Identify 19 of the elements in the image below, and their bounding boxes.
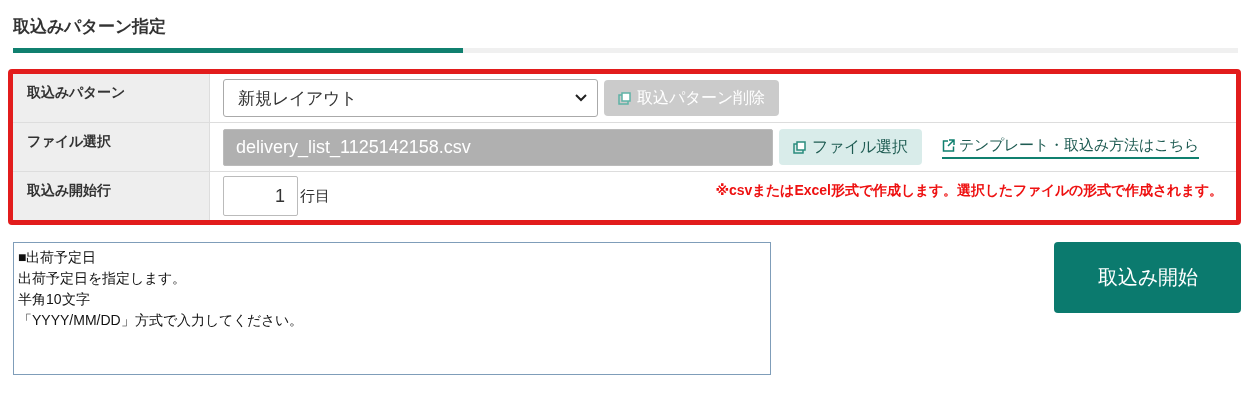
pattern-dropdown[interactable]: 新規レイアウト <box>223 79 598 117</box>
help-line: 半角10文字 <box>18 291 91 309</box>
start-row-field[interactable]: 1 <box>223 176 298 216</box>
template-link[interactable]: テンプレート・取込み方法はこちら <box>942 135 1199 159</box>
chevron-down-icon <box>575 94 587 102</box>
field-label: 取込みパターン <box>13 74 210 122</box>
help-line: 「YYYY/MM/DD」方式で入力してください。 <box>18 312 304 330</box>
help-line: ■出荷予定日 <box>18 249 98 267</box>
field-label: ファイル選択 <box>13 123 210 171</box>
field-label: 取込み開始行 <box>13 172 210 220</box>
window-icon <box>793 140 806 154</box>
format-note: ※csvまたはExcel形式で作成します。選択したファイルの形式で作成されます。 <box>715 182 1223 200</box>
help-line: 出荷予定日を指定します。 <box>18 270 187 288</box>
start-import-button[interactable]: 取込み開始 <box>1054 242 1241 313</box>
choose-file-button[interactable]: ファイル選択 <box>779 129 922 165</box>
external-link-icon <box>942 138 955 152</box>
section-title: 取込みパターン指定 <box>13 16 166 38</box>
unit-label: 行目 <box>300 186 330 206</box>
window-icon <box>618 91 631 105</box>
